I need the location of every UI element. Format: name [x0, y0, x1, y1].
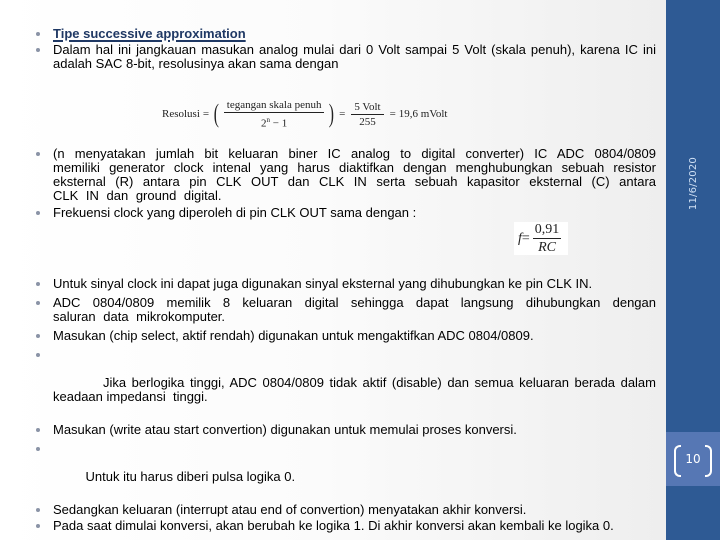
bullet-icon — [36, 428, 40, 432]
left-bracket-icon — [674, 445, 682, 477]
bullet-title: Tipe successive approximation — [34, 27, 656, 41]
bullet-icon — [36, 447, 40, 451]
section-title-link[interactable]: Tipe successive approximation — [53, 26, 246, 41]
formula-result: 19,6 mVolt — [398, 108, 448, 120]
formula-label: Resolusi — [162, 108, 200, 120]
bullet-icon — [36, 508, 40, 512]
bullet-icon — [36, 334, 40, 338]
bullet-text: Untuk sinyal clock ini dapat juga diguna… — [53, 276, 593, 291]
bullet-item: Masukan (chip select, aktif rendah) digu… — [34, 329, 656, 343]
equals-sign: = — [389, 108, 396, 120]
bullet-text: Untuk itu harus diberi pulsa logika 0. — [81, 469, 296, 484]
bullet-icon — [36, 524, 40, 528]
bullet-item: (n menyatakan jumlah bit keluaran biner … — [34, 147, 656, 203]
bullet-item: Jika berlogika tinggi, ADC 0804/0809 tid… — [34, 348, 656, 418]
bullet-icon — [36, 301, 40, 305]
section-intro: Tipe successive approximation Dalam hal … — [34, 27, 656, 77]
bullet-text: Masukan (write atau start convertion) di… — [53, 422, 517, 437]
bullet-text: Masukan (chip select, aktif rendah) digu… — [53, 328, 534, 343]
frequency-formula: f = 0,91 RC — [514, 222, 569, 255]
bullet-icon — [36, 152, 40, 156]
bullet-text: Dalam hal ini jangkauan masukan analog m… — [53, 42, 656, 71]
bullet-item: Untuk sinyal clock ini dapat juga diguna… — [34, 277, 656, 291]
right-bracket-icon — [704, 445, 712, 477]
bullet-text: ADC 0804/0809 memilik 8 keluaran digital… — [53, 295, 656, 324]
bullet-text: Sedangkan keluaran (interrupt atau end o… — [53, 502, 527, 517]
bullet-text: Jika berlogika tinggi, ADC 0804/0809 tid… — [53, 375, 660, 404]
bullet-icon — [36, 353, 40, 357]
bullet-text: Frekuensi clock yang diperoleh di pin CL… — [53, 205, 417, 220]
bullet-item: Pada saat dimulai konversi, akan berubah… — [34, 519, 656, 533]
fraction-numerator: 0,91 — [532, 222, 562, 239]
bullet-item: Frekuensi clock yang diperoleh di pin CL… — [34, 206, 656, 220]
equals-sign: = — [202, 108, 210, 120]
fraction-denominator: 255 — [359, 115, 376, 128]
date-label: 11/6/2020 — [687, 156, 699, 210]
resolution-formula: Resolusi = ( tegangan skala penuh 2n − 1… — [162, 99, 448, 130]
section-adc-pins: Untuk sinyal clock ini dapat juga diguna… — [34, 277, 656, 538]
bullet-icon — [36, 211, 40, 215]
date-label-container: 11/6/2020 — [666, 0, 720, 210]
fraction-volt: 5 Volt 255 — [351, 101, 384, 128]
denominator-rest: − 1 — [270, 117, 288, 130]
page-number: 10 — [685, 452, 701, 466]
fraction-numerator: 5 Volt — [351, 101, 384, 115]
right-paren: ) — [329, 99, 335, 128]
slide-content: Tipe successive approximation Dalam hal … — [0, 0, 666, 540]
fraction-denominator: 2n − 1 — [261, 113, 287, 130]
fraction-denominator: RC — [538, 240, 556, 255]
bullet-icon — [36, 32, 40, 36]
equals-sign: = — [339, 108, 346, 120]
bullet-item: ADC 0804/0809 memilik 8 keluaran digital… — [34, 296, 656, 324]
bullet-item: Masukan (write atau start convertion) di… — [34, 423, 656, 437]
bullet-item: Sedangkan keluaran (interrupt atau end o… — [34, 503, 656, 517]
bullet-icon — [36, 48, 40, 52]
fraction-numerator: tegangan skala penuh — [223, 99, 325, 113]
left-paren: ( — [213, 99, 220, 128]
bullet-text: Pada saat dimulai konversi, akan berubah… — [53, 518, 614, 533]
fraction-full-scale: tegangan skala penuh 2n − 1 — [223, 99, 325, 130]
bullet-item: Untuk itu harus diberi pulsa logika 0. — [34, 442, 656, 498]
bullet-item: Dalam hal ini jangkauan masukan analog m… — [34, 43, 656, 71]
page-number-band: 10 — [666, 432, 720, 486]
fraction-frequency: 0,91 RC — [532, 222, 562, 255]
bullet-text: (n menyatakan jumlah bit keluaran biner … — [53, 146, 656, 203]
section-clock: (n menyatakan jumlah bit keluaran biner … — [34, 147, 656, 226]
page-number-container: 10 — [674, 439, 712, 479]
bullet-icon — [36, 282, 40, 286]
equals-sign: = — [521, 230, 530, 246]
